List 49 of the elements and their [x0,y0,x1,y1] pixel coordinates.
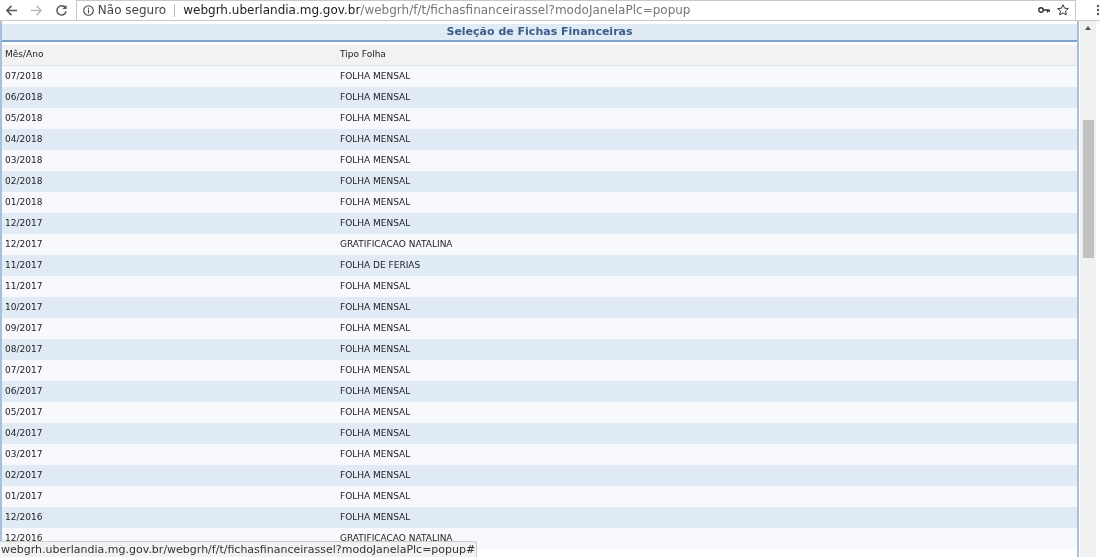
table-cell-text: FOLHA MENSAL [339,426,411,440]
table-cell-text: FOLHA MENSAL [339,405,411,419]
table-cell-text: 09/2017 [4,321,44,335]
link-status-tooltip: webgrh.uberlandia.mg.gov.br/webgrh/f/t/fichasfinanceirassel?modoJanelaPlc=popup# [0,541,478,557]
table-cell-text: 10/2017 [4,300,44,314]
table-cell-text: 11/2017 [4,279,44,293]
table-cell-text: 05/2018 [4,111,44,125]
table-cell-text: 12/2016 [4,510,44,524]
table-cell-text: 06/2018 [4,90,44,104]
table-cell-text: FOLHA MENSAL [339,174,411,188]
panel-title: Seleção de Fichas Financeiras [446,23,633,40]
table-cell-text: 04/2018 [4,132,44,146]
table-cell-text: 12/2017 [4,237,44,251]
table-cell-text: FOLHA MENSAL [339,111,411,125]
table-cell-text: 02/2017 [4,468,44,482]
table-cell-text: FOLHA MENSAL [339,447,411,461]
table-cell-text: 07/2018 [4,69,44,83]
table-cell-text: 01/2018 [4,195,44,209]
table-cell-text: FOLHA MENSAL [339,510,411,524]
table-cell-text: 08/2017 [4,342,44,356]
table-cell-text: GRATIFICACAO NATALINA [339,237,453,251]
column-header: Mês/Ano [4,48,45,62]
table-cell-text: FOLHA DE FERIAS [339,258,421,272]
table-cell-text: FOLHA MENSAL [339,489,411,503]
table-cell-text: 07/2017 [4,363,44,377]
table-cell-text: 05/2017 [4,405,44,419]
table-cell-text: FOLHA MENSAL [339,363,411,377]
table-cell-text: FOLHA MENSAL [339,468,411,482]
table-cell-text: 12/2017 [4,216,44,230]
table-cell-text: FOLHA MENSAL [339,300,411,314]
table-cell-text: FOLHA MENSAL [339,321,411,335]
table-cell-text: 01/2017 [4,489,44,503]
table-cell-text: FOLHA MENSAL [339,69,411,83]
table-cell-text: FOLHA MENSAL [339,384,411,398]
table-cell-text: FOLHA MENSAL [339,153,411,167]
table-cell-text: FOLHA MENSAL [339,132,411,146]
table-cell-text: FOLHA MENSAL [339,195,411,209]
table-cell-text: 03/2018 [4,153,44,167]
table-cell-text: FOLHA MENSAL [339,279,411,293]
table-cell-text: FOLHA MENSAL [339,342,411,356]
table-cell-text: 04/2017 [4,426,44,440]
table-cell-text: 11/2017 [4,258,44,272]
table-cell-text: FOLHA MENSAL [339,216,411,230]
security-label: Não seguro [97,2,167,19]
table-cell-text: 06/2017 [4,384,44,398]
table-cell-text: FOLHA MENSAL [339,90,411,104]
column-header: Tipo Folha [339,48,386,62]
table-cell-text: 03/2017 [4,447,44,461]
table-cell-text: 02/2018 [4,174,44,188]
